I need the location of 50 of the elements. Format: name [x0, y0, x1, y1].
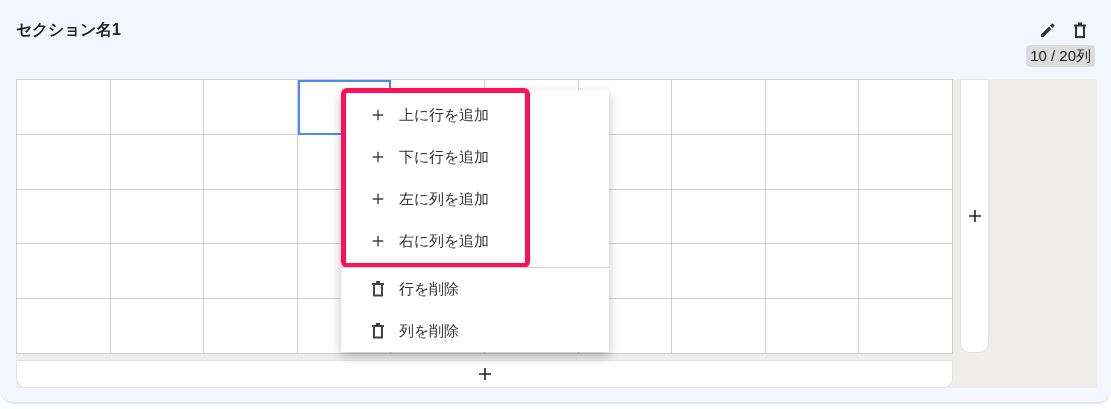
grid-cell[interactable]	[859, 299, 953, 354]
menu-item[interactable]: 上に行を追加	[346, 94, 525, 136]
grid-cell[interactable]	[204, 299, 298, 354]
plus-icon	[371, 234, 385, 248]
grid-cell[interactable]	[765, 299, 860, 354]
grid-cell[interactable]	[859, 134, 953, 190]
grid-cell[interactable]	[204, 244, 298, 300]
grid-cell[interactable]	[204, 189, 298, 245]
grid-cell[interactable]	[765, 134, 860, 190]
grid-cell[interactable]	[17, 244, 111, 300]
menu-item[interactable]: 下に行を追加	[346, 136, 525, 178]
grid-cell[interactable]	[17, 80, 111, 135]
add-row-button[interactable]	[16, 360, 953, 388]
grid-cell[interactable]	[672, 244, 766, 300]
trash-icon	[371, 323, 385, 339]
grid-cell[interactable]	[204, 80, 298, 135]
plus-icon	[476, 366, 493, 382]
grid-cell[interactable]	[110, 80, 205, 135]
plus-icon	[371, 192, 385, 206]
grid-cell[interactable]	[859, 244, 953, 300]
grid-cell[interactable]	[110, 244, 205, 300]
menu-item[interactable]: 右に列を追加	[346, 220, 525, 262]
plus-icon	[966, 208, 983, 224]
section-title: セクション名1	[16, 20, 121, 40]
menu-item[interactable]: 列を削除	[341, 310, 609, 352]
grid-cell[interactable]	[765, 189, 860, 245]
add-column-button[interactable]	[960, 79, 989, 353]
grid-cell[interactable]	[204, 134, 298, 190]
grid-cell[interactable]	[859, 189, 953, 245]
column-count-badge: 10 / 20列	[1026, 45, 1095, 67]
grid-cell[interactable]	[17, 299, 111, 354]
grid-cell[interactable]	[765, 244, 860, 300]
grid-cell[interactable]	[17, 189, 111, 245]
grid-cell[interactable]	[17, 134, 111, 190]
grid-cell[interactable]	[672, 189, 766, 245]
pencil-icon[interactable]	[1040, 22, 1056, 38]
grid-cell[interactable]	[110, 189, 205, 245]
grid-cell[interactable]	[672, 80, 766, 135]
trash-icon	[1073, 22, 1087, 39]
grid-cell[interactable]	[110, 299, 205, 354]
grid-cell[interactable]	[859, 80, 953, 135]
menu-item[interactable]: 行を削除	[341, 268, 609, 310]
grid-cell[interactable]	[672, 134, 766, 190]
plus-icon	[371, 108, 385, 122]
trash-icon	[371, 281, 385, 297]
plus-icon	[371, 150, 385, 164]
grid-cell[interactable]	[765, 80, 860, 135]
menu-item[interactable]: 左に列を追加	[346, 178, 525, 220]
grid-cell[interactable]	[672, 299, 766, 354]
grid-cell[interactable]	[110, 134, 205, 190]
